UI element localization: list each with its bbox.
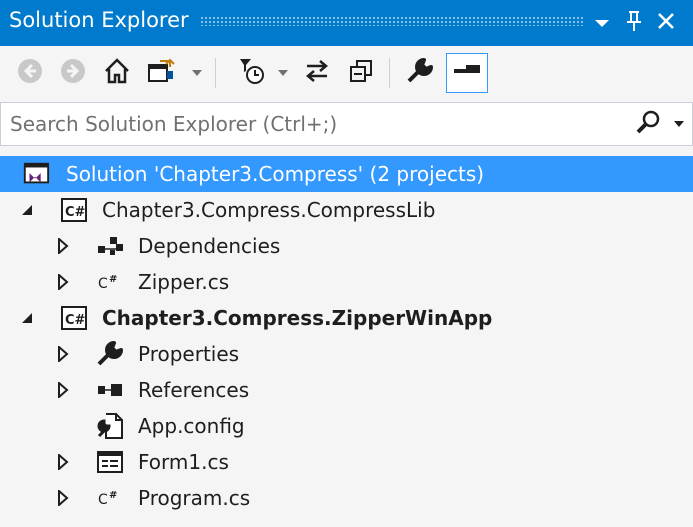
expand-arrow-icon[interactable] [54, 344, 72, 364]
dependencies-icon [96, 233, 124, 259]
svg-text:C#: C# [65, 205, 86, 220]
close-icon [657, 12, 675, 34]
item-label: Dependencies [138, 234, 281, 258]
back-button[interactable] [14, 56, 46, 90]
preview-selected-items-icon [452, 61, 482, 85]
forward-button[interactable] [57, 56, 89, 90]
pending-changes-filter-icon [237, 56, 267, 90]
expand-arrow-icon[interactable] [54, 488, 72, 508]
item-label: Properties [138, 342, 240, 366]
switch-views-icon [146, 57, 176, 89]
home-icon [103, 57, 131, 89]
tree-item-program-cs[interactable]: C # Program.cs [0, 480, 693, 516]
project-label: Chapter3.Compress.CompressLib [102, 198, 436, 222]
tree-item-zipper-cs[interactable]: C # Zipper.cs [0, 264, 693, 300]
tree-item-app-config[interactable]: App.config [0, 408, 693, 444]
item-label: Zipper.cs [138, 270, 230, 294]
csharp-file-icon: C # [96, 485, 124, 511]
csharp-project-icon: C# [60, 305, 88, 331]
pending-changes-filter-button[interactable] [236, 56, 268, 90]
wrench-icon [406, 57, 434, 89]
references-icon [96, 377, 124, 403]
title-bar: Solution Explorer [0, 0, 693, 46]
properties-button[interactable] [404, 56, 436, 90]
search-box [0, 102, 693, 146]
pending-changes-filter-dropdown[interactable] [277, 56, 289, 90]
switch-views-dropdown[interactable] [191, 56, 203, 90]
back-icon [17, 58, 43, 88]
home-button[interactable] [101, 56, 133, 90]
collapse-all-icon [348, 58, 374, 88]
collapse-arrow-icon[interactable] [18, 200, 36, 220]
csharp-project-icon: C# [60, 197, 88, 223]
forward-icon [60, 58, 86, 88]
toolbar [0, 46, 693, 100]
tree-item-properties[interactable]: Properties [0, 336, 693, 372]
switch-views-button[interactable] [145, 56, 177, 90]
search-options-dropdown[interactable] [671, 109, 687, 139]
sync-with-active-document-button[interactable] [301, 56, 333, 90]
search-input[interactable] [1, 103, 621, 145]
window-position-button[interactable] [588, 8, 616, 38]
item-label: References [138, 378, 250, 402]
tree-item-form1-cs[interactable]: Form1.cs [0, 444, 693, 480]
item-label: App.config [138, 414, 245, 438]
item-label: Program.cs [138, 486, 251, 510]
form-icon [96, 449, 124, 475]
preview-selected-items-button[interactable] [446, 53, 488, 93]
toolbar-separator [215, 58, 216, 88]
svg-text:C#: C# [65, 313, 86, 328]
auto-hide-pin-button[interactable] [620, 8, 648, 38]
tree-item-dependencies[interactable]: Dependencies [0, 228, 693, 264]
svg-text:#: # [109, 274, 117, 285]
expand-arrow-icon[interactable] [54, 380, 72, 400]
tree-item-project-zipperwinapp[interactable]: C# Chapter3.Compress.ZipperWinApp [0, 300, 693, 336]
solution-icon [22, 161, 50, 187]
pin-icon [626, 10, 642, 36]
tree-item-references[interactable]: References [0, 372, 693, 408]
tree-item-solution[interactable]: Solution 'Chapter3.Compress' (2 projects… [0, 156, 693, 192]
sync-with-active-document-icon [303, 57, 331, 89]
expand-arrow-icon[interactable] [54, 236, 72, 256]
wrench-icon [96, 341, 124, 367]
collapse-arrow-icon[interactable] [18, 308, 36, 328]
csharp-file-icon: C # [96, 269, 124, 295]
toolbar-separator [389, 58, 390, 88]
solution-tree: Solution 'Chapter3.Compress' (2 projects… [0, 152, 693, 527]
tree-item-project-compresslib[interactable]: C# Chapter3.Compress.CompressLib [0, 192, 693, 228]
search-icon [635, 109, 661, 139]
window-title: Solution Explorer [9, 8, 189, 32]
chevron-down-icon [594, 14, 610, 33]
item-label: Form1.cs [138, 450, 229, 474]
collapse-all-button[interactable] [345, 56, 377, 90]
startup-project-label: Chapter3.Compress.ZipperWinApp [102, 306, 493, 330]
config-file-icon [96, 413, 124, 439]
expand-arrow-icon[interactable] [54, 452, 72, 472]
svg-text:C: C [98, 492, 108, 508]
svg-text:C: C [98, 276, 108, 292]
expand-arrow-icon[interactable] [54, 272, 72, 292]
svg-text:#: # [109, 490, 117, 501]
solution-label: Solution 'Chapter3.Compress' (2 projects… [66, 162, 485, 186]
title-bar-grip[interactable] [200, 16, 583, 26]
search-button[interactable] [633, 109, 663, 139]
close-button[interactable] [652, 8, 680, 38]
